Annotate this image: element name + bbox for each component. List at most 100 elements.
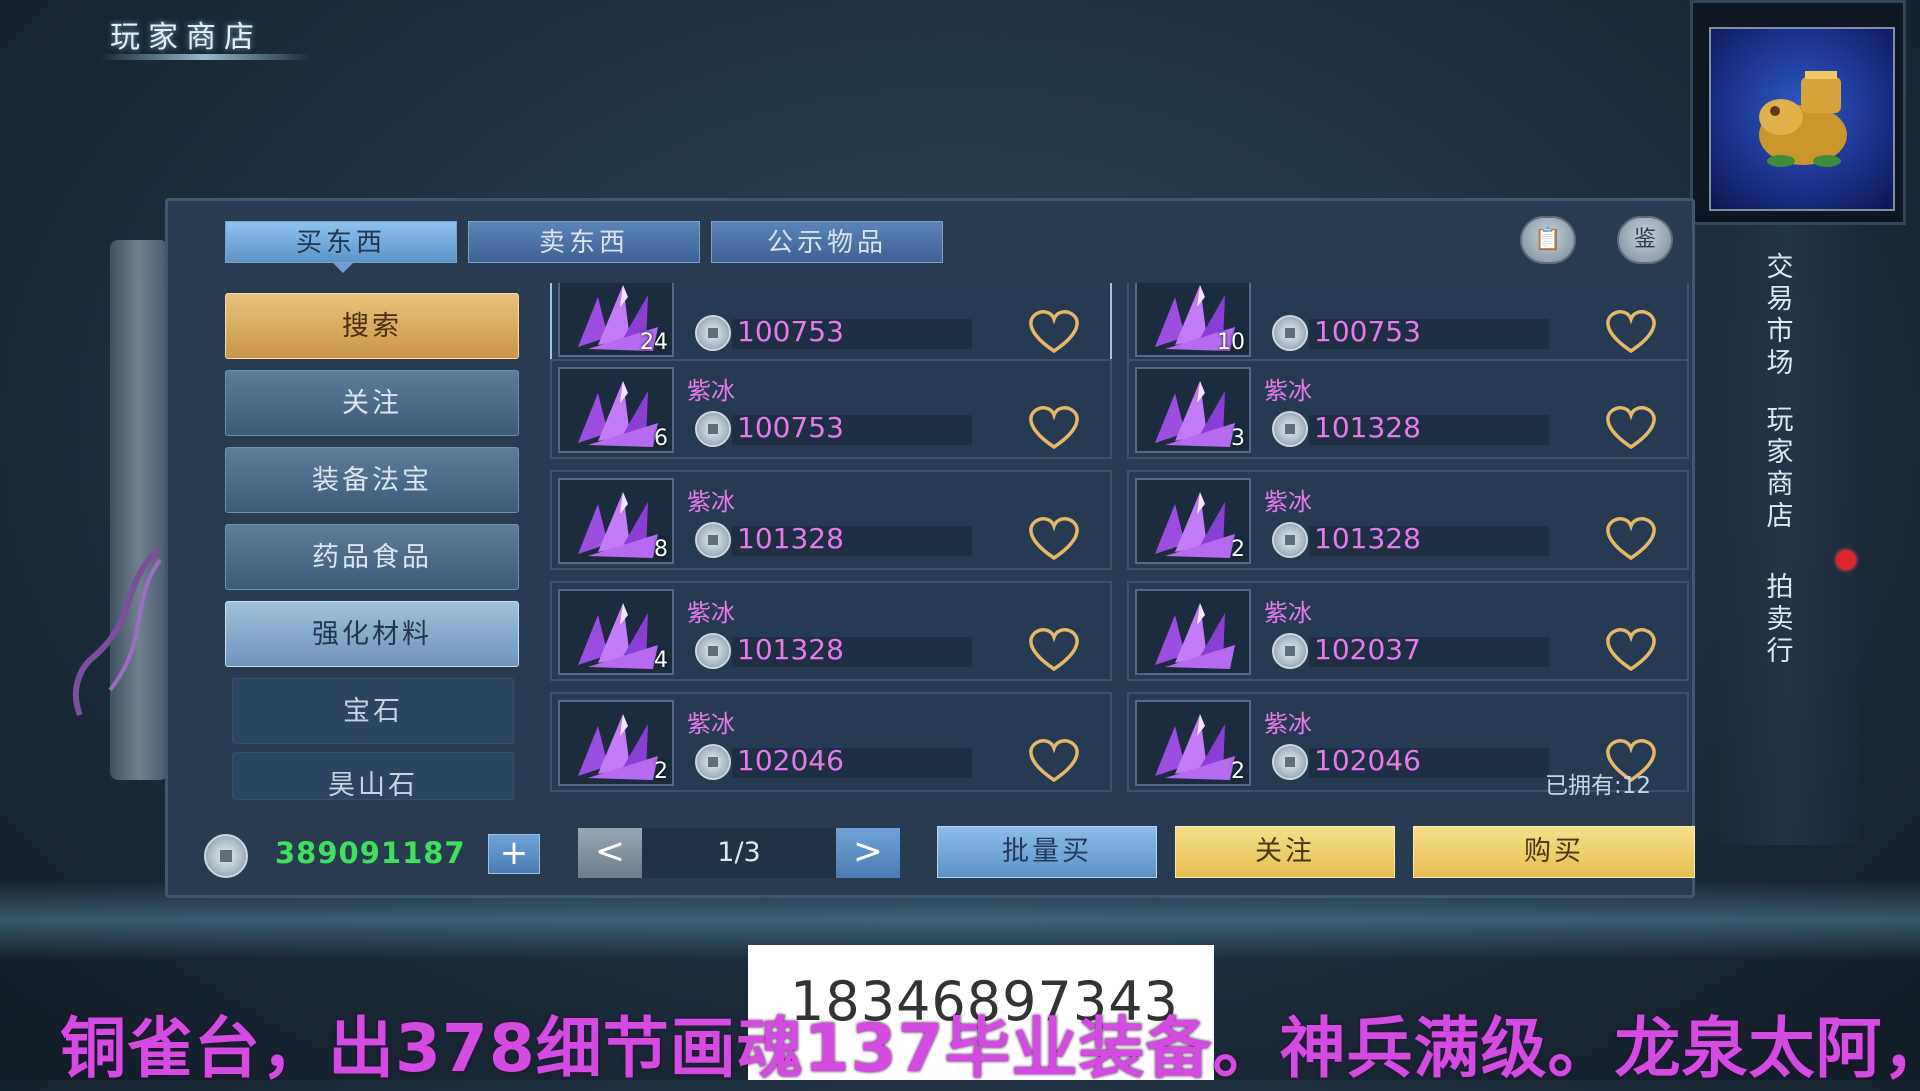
item-quantity: 2 <box>654 759 668 784</box>
appraise-button[interactable]: 鉴 <box>1617 216 1673 264</box>
heart-icon[interactable] <box>1022 514 1086 562</box>
item-name: 紫冰 <box>1264 488 1312 516</box>
item-name: 紫冰 <box>1264 377 1312 405</box>
tab-public-items[interactable]: 公示物品 <box>711 221 943 263</box>
item-card[interactable]: 紫冰 102037 <box>1127 581 1689 681</box>
category-equipment[interactable]: 装备法宝 <box>225 447 519 513</box>
title-underline <box>100 54 310 60</box>
item-price: 102046 <box>737 744 844 777</box>
tab-sell[interactable]: 卖东西 <box>468 221 700 263</box>
prev-page-button[interactable]: < <box>578 828 642 878</box>
item-name: 紫冰 <box>687 488 735 516</box>
item-card[interactable]: 2 紫冰 102046 <box>550 692 1112 792</box>
item-price: 101328 <box>1314 522 1421 555</box>
item-price: 101328 <box>1314 411 1421 444</box>
page-indicator: 1/3 <box>717 837 761 868</box>
heart-icon[interactable] <box>1022 403 1086 451</box>
category-follow[interactable]: 关注 <box>225 370 519 436</box>
item-card[interactable]: 3 紫冰 101328 <box>1127 359 1689 459</box>
item-quantity: 8 <box>654 537 668 562</box>
owned-count: 已拥有:12 <box>1545 773 1652 799</box>
item-grid: 24 100753 10 100753 6 紫冰 100753 3 紫冰 101328 8 紫冰 101… <box>545 283 1690 797</box>
pet-portrait-frame[interactable] <box>1690 0 1906 225</box>
purple-ice-crystal-icon <box>1155 603 1235 669</box>
item-thumbnail: 10 <box>1135 283 1251 357</box>
item-quantity: 24 <box>640 330 668 355</box>
item-thumbnail: 8 <box>558 478 674 564</box>
item-card[interactable]: 8 紫冰 101328 <box>550 470 1112 570</box>
golden-toad-icon <box>1759 71 1847 167</box>
item-quantity: 4 <box>654 648 668 673</box>
item-thumbnail: 4 <box>558 589 674 675</box>
side-nav: 交易市场 玩家商店 拍卖行 <box>1718 225 1858 845</box>
nav-player-shop[interactable]: 玩家商店 <box>1760 405 1800 533</box>
item-price: 100753 <box>737 411 844 444</box>
purple-ice-crystal-icon <box>578 714 658 780</box>
item-card[interactable]: 4 紫冰 101328 <box>550 581 1112 681</box>
nav-trade-market[interactable]: 交易市场 <box>1760 252 1800 380</box>
item-name: 紫冰 <box>687 377 735 405</box>
coin-icon <box>695 522 731 558</box>
heart-icon[interactable] <box>1022 736 1086 784</box>
item-thumbnail: 2 <box>558 700 674 786</box>
item-card[interactable]: 24 100753 <box>550 283 1112 363</box>
subcategory-haoshan-stone[interactable]: 昊山石 <box>232 752 514 800</box>
video-subtitle: 铜雀台，出378细节画魂137毕业装备。神兵满级。龙泉太阿， <box>60 1010 1920 1087</box>
coin-icon <box>695 315 731 351</box>
pager: < 1/3 > <box>578 828 900 878</box>
item-thumbnail: 3 <box>1135 367 1251 453</box>
item-thumbnail: 6 <box>558 367 674 453</box>
purple-ice-crystal-icon <box>1155 492 1235 558</box>
item-price: 102037 <box>1314 633 1421 666</box>
heart-icon[interactable] <box>1599 625 1663 673</box>
purple-ice-crystal-icon <box>578 492 658 558</box>
tab-buy[interactable]: 买东西 <box>225 221 457 263</box>
item-quantity: 10 <box>1217 330 1245 355</box>
item-card[interactable]: 2 紫冰 101328 <box>1127 470 1689 570</box>
heart-icon[interactable] <box>1022 307 1086 355</box>
coin-icon <box>1272 315 1308 351</box>
follow-button[interactable]: 关注 <box>1175 826 1395 878</box>
coin-icon <box>695 744 731 780</box>
purple-ice-crystal-icon <box>1155 714 1235 780</box>
item-name: 紫冰 <box>1264 710 1312 738</box>
item-thumbnail: 24 <box>558 283 674 357</box>
heart-icon[interactable] <box>1599 307 1663 355</box>
item-name: 紫冰 <box>1264 599 1312 627</box>
category-medicine-food[interactable]: 药品食品 <box>225 524 519 590</box>
add-money-button[interactable]: + <box>488 834 540 874</box>
item-price: 100753 <box>1314 315 1421 348</box>
item-quantity: 6 <box>654 426 668 451</box>
purple-ice-crystal-icon <box>578 381 658 447</box>
purple-ice-crystal-icon <box>578 603 658 669</box>
next-page-button[interactable]: > <box>836 828 900 878</box>
coin-icon <box>1272 744 1308 780</box>
heart-icon[interactable] <box>1022 625 1086 673</box>
heart-icon[interactable] <box>1599 403 1663 451</box>
category-search[interactable]: 搜索 <box>225 293 519 359</box>
heart-icon[interactable] <box>1599 514 1663 562</box>
item-card[interactable]: 6 紫冰 100753 <box>550 359 1112 459</box>
item-card[interactable]: 10 100753 <box>1127 283 1689 363</box>
bulk-buy-button[interactable]: 批量买 <box>937 826 1157 878</box>
list-icon[interactable]: 📋 <box>1520 216 1576 264</box>
coin-icon <box>204 834 248 878</box>
coin-icon <box>1272 633 1308 669</box>
coin-icon <box>1272 522 1308 558</box>
page-title: 玩家商店 <box>110 20 262 55</box>
buy-button[interactable]: 购买 <box>1413 826 1695 878</box>
item-price: 100753 <box>737 315 844 348</box>
item-price: 102046 <box>1314 744 1421 777</box>
item-thumbnail: 2 <box>1135 478 1251 564</box>
coin-icon <box>695 633 731 669</box>
item-name: 紫冰 <box>687 710 735 738</box>
item-quantity: 2 <box>1231 537 1245 562</box>
active-tab-pointer <box>333 263 353 273</box>
item-name: 紫冰 <box>687 599 735 627</box>
item-price: 101328 <box>737 633 844 666</box>
category-enhance-material[interactable]: 强化材料 <box>225 601 519 667</box>
nav-auction-house[interactable]: 拍卖行 <box>1760 572 1800 668</box>
subcategory-gem[interactable]: 宝石 <box>232 678 514 744</box>
item-thumbnail: 2 <box>1135 700 1251 786</box>
item-price: 101328 <box>737 522 844 555</box>
